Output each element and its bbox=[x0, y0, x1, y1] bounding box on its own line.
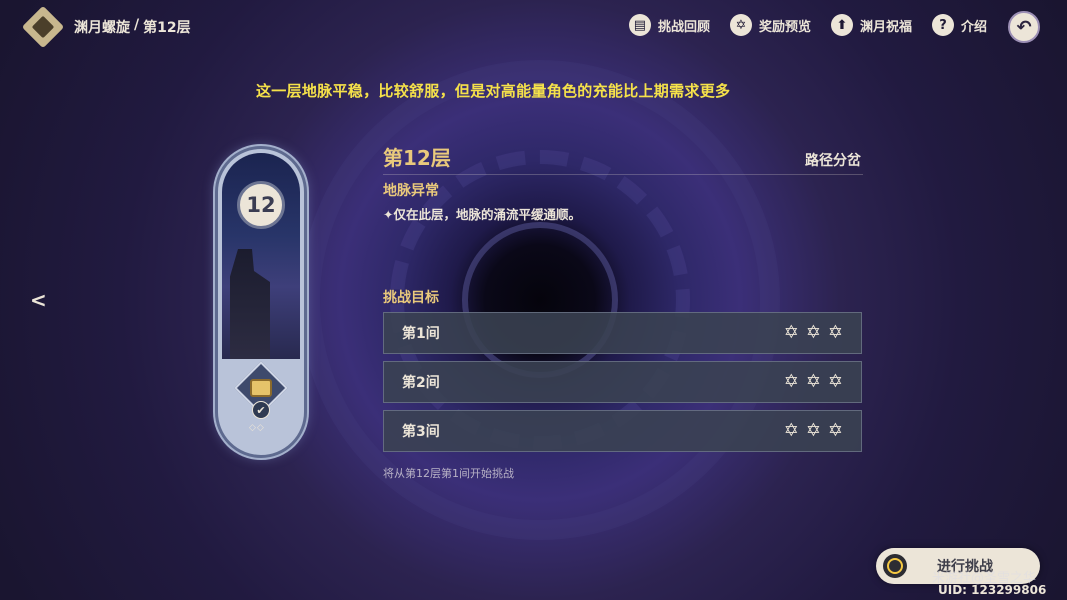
star-icon: ✡ bbox=[783, 371, 799, 392]
ley-line-title: 地脉异常 bbox=[383, 183, 439, 199]
star-icon: ✡ bbox=[827, 420, 843, 441]
star-icon: ✡ bbox=[783, 420, 799, 441]
previous-floor-arrow-icon[interactable]: < bbox=[30, 289, 52, 311]
floor-tip-text: 这一层地脉平稳，比较舒服，但是对高能量角色的充能比上期需求更多 bbox=[256, 82, 731, 100]
challenge-review-button[interactable]: ▤ 挑战回顾 bbox=[628, 14, 710, 36]
chamber-label: 第3间 bbox=[402, 424, 440, 440]
chamber-label: 第2间 bbox=[402, 375, 440, 391]
reward-preview-button[interactable]: ✡ 奖励预览 bbox=[729, 14, 811, 36]
start-hint: 将从第12层第1间开始挑战 bbox=[383, 467, 514, 480]
intro-button[interactable]: ? 介绍 bbox=[931, 14, 987, 36]
check-icon: ✔ bbox=[252, 401, 270, 419]
challenge-review-label: 挑战回顾 bbox=[657, 19, 710, 35]
blessing-label: 渊月祝福 bbox=[859, 19, 912, 35]
divider bbox=[383, 174, 863, 175]
breadcrumb-separator: / bbox=[134, 17, 140, 33]
top-bar: 渊月螺旋 / 第12层 ▤ 挑战回顾 ✡ 奖励预览 ⬆ 渊月祝福 ? 介绍 ↶ bbox=[0, 0, 1067, 52]
floor-card[interactable]: 12 ✔ ◇◇ bbox=[215, 146, 307, 458]
star-badge-icon: ✡ bbox=[729, 14, 752, 36]
blessing-button[interactable]: ⬆ 渊月祝福 bbox=[830, 14, 912, 36]
up-arrow-icon: ⬆ bbox=[830, 14, 853, 36]
back-arrow-icon: ↶ bbox=[1016, 16, 1032, 38]
ley-line-description: ✦仅在此层，地脉的涌流平缓通顺。 bbox=[383, 207, 581, 222]
floor-number-badge: 12 bbox=[237, 181, 285, 229]
star-icon: ✡ bbox=[783, 322, 799, 343]
floor-title: 第12层 bbox=[383, 146, 451, 170]
chamber-row-3[interactable]: 第3间 ✡ ✡ ✡ bbox=[383, 410, 862, 452]
chamber-label: 第1间 bbox=[402, 326, 440, 342]
star-icon: ✡ bbox=[827, 322, 843, 343]
top-menu: ▤ 挑战回顾 ✡ 奖励预览 ⬆ 渊月祝福 ? 介绍 bbox=[628, 14, 987, 36]
chamber-row-1[interactable]: 第1间 ✡ ✡ ✡ bbox=[383, 312, 862, 354]
star-icon: ✡ bbox=[827, 371, 843, 392]
breadcrumb: 渊月螺旋 / 第12层 bbox=[74, 17, 191, 37]
tower-silhouette bbox=[230, 249, 270, 359]
question-icon: ? bbox=[931, 14, 954, 36]
spiral-abyss-logo-icon bbox=[21, 5, 65, 49]
route-branch-label: 路径分岔 bbox=[805, 153, 861, 169]
chamber-stars: ✡ ✡ ✡ bbox=[784, 422, 843, 440]
floor-info-panel: 第12层 路径分岔 地脉异常 ✦仅在此层，地脉的涌流平缓通顺。 挑战目标 第1间… bbox=[383, 142, 863, 480]
star-icon: ✡ bbox=[805, 371, 821, 392]
confirm-circle-icon bbox=[883, 554, 907, 578]
breadcrumb-floor: 第12层 bbox=[143, 20, 191, 36]
chest-icon bbox=[250, 379, 272, 397]
reward-preview-label: 奖励预览 bbox=[758, 19, 811, 35]
book-icon: ▤ bbox=[628, 14, 651, 36]
chamber-stars: ✡ ✡ ✡ bbox=[784, 373, 843, 391]
chamber-row-2[interactable]: 第2间 ✡ ✡ ✡ bbox=[383, 361, 862, 403]
intro-label: 介绍 bbox=[960, 19, 987, 35]
challenge-goal-title: 挑战目标 bbox=[383, 290, 439, 306]
star-icon: ✡ bbox=[805, 322, 821, 343]
diamond-indicators: ◇◇ bbox=[249, 423, 265, 433]
uid-label: UID: 123299806 bbox=[938, 583, 1047, 597]
breadcrumb-area: 渊月螺旋 bbox=[74, 20, 130, 36]
back-button[interactable]: ↶ bbox=[1008, 11, 1040, 43]
star-icon: ✡ bbox=[805, 420, 821, 441]
chamber-stars: ✡ ✡ ✡ bbox=[784, 324, 843, 342]
